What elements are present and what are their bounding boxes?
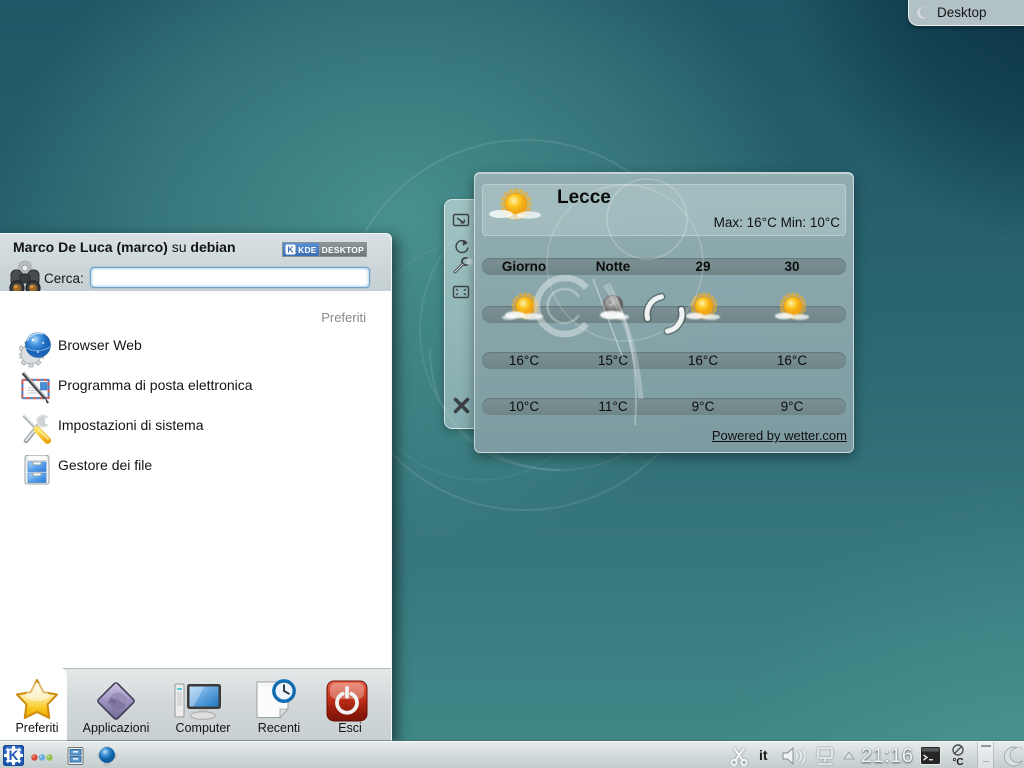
svg-text:K: K — [287, 245, 294, 255]
svg-text:K: K — [9, 748, 19, 763]
svg-text:°C: °C — [952, 757, 963, 767]
